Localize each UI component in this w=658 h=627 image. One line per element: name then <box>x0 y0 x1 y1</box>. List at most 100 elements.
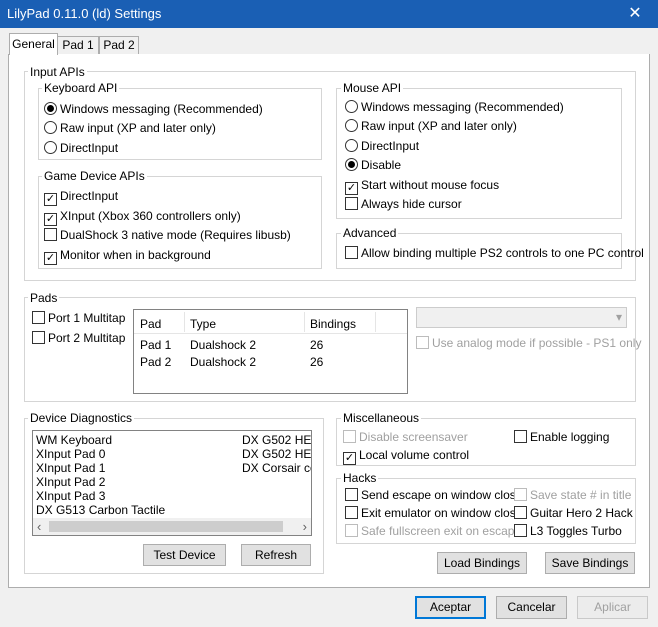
apply-button[interactable]: Aplicar <box>577 596 648 619</box>
checkbox-icon <box>514 524 527 537</box>
radio-icon <box>345 100 358 113</box>
column-divider <box>304 312 305 332</box>
analog-mode-check[interactable]: Use analog mode if possible - PS1 only <box>416 335 641 351</box>
mouse-check-start-without-focus[interactable]: ✓ Start without mouse focus <box>345 177 499 195</box>
mouse-radio-wm[interactable]: Windows messaging (Recommended) <box>345 99 564 115</box>
horizontal-scrollbar[interactable]: ‹ › <box>33 518 311 535</box>
chevron-down-icon: ▾ <box>615 310 622 324</box>
checkbox-checked-icon: ✓ <box>44 213 57 226</box>
test-device-button[interactable]: Test Device <box>143 544 226 566</box>
scroll-right-icon[interactable]: › <box>303 518 307 535</box>
list-item[interactable]: DX G502 HERO <box>242 447 311 461</box>
miscellaneous-label: Miscellaneous <box>341 411 422 425</box>
window-title: LilyPad 0.11.0 (ld) Settings <box>7 6 162 21</box>
game-check-xinput[interactable]: ✓ XInput (Xbox 360 controllers only) <box>44 208 241 226</box>
accept-button[interactable]: Aceptar <box>415 596 486 619</box>
list-item[interactable]: XInput Pad 1 <box>36 461 105 475</box>
column-header-type[interactable]: Type <box>190 317 216 331</box>
device-list[interactable]: WM Keyboard XInput Pad 0 XInput Pad 1 XI… <box>32 430 312 536</box>
device-diagnostics-label: Device Diagnostics <box>28 411 135 425</box>
game-check-monitor-background[interactable]: ✓ Monitor when in background <box>44 247 211 265</box>
radio-icon <box>44 121 57 134</box>
tab-general[interactable]: General <box>9 33 58 55</box>
radio-icon <box>345 119 358 132</box>
list-item[interactable]: DX G513 Carbon Tactile <box>36 503 165 517</box>
advanced-label: Advanced <box>341 226 399 240</box>
checkbox-icon <box>416 336 429 349</box>
checkbox-checked-icon: ✓ <box>343 452 356 465</box>
game-check-dualshock3[interactable]: DualShock 3 native mode (Requires libusb… <box>44 227 291 243</box>
scrollbar-thumb[interactable] <box>49 521 283 532</box>
radio-selected-icon <box>44 102 57 115</box>
game-device-label: Game Device APIs <box>42 169 147 183</box>
advanced-check-multiple-binding[interactable]: Allow binding multiple PS2 controls to o… <box>345 245 644 261</box>
checkbox-checked-icon: ✓ <box>44 193 57 206</box>
keyboard-radio-directinput[interactable]: DirectInput <box>44 140 118 156</box>
column-header-pad[interactable]: Pad <box>140 317 161 331</box>
input-apis-label: Input APIs <box>28 65 87 79</box>
checkbox-icon <box>345 524 358 537</box>
exit-emulator-check[interactable]: Exit emulator on window close <box>345 505 522 521</box>
table-row[interactable]: Pad 2 Dualshock 2 26 <box>134 353 407 370</box>
checkbox-icon <box>345 197 358 210</box>
keyboard-api-label: Keyboard API <box>42 81 120 95</box>
disable-screensaver-check[interactable]: Disable screensaver <box>343 429 468 445</box>
keyboard-radio-wm[interactable]: Windows messaging (Recommended) <box>44 101 263 117</box>
safe-fullscreen-check[interactable]: Safe fullscreen exit on escape <box>345 523 521 539</box>
guitar-hero-check[interactable]: Guitar Hero 2 Hack <box>514 505 633 521</box>
table-row[interactable]: Pad 1 Dualshock 2 26 <box>134 336 407 353</box>
checkbox-icon <box>514 488 527 501</box>
checkbox-icon <box>514 430 527 443</box>
send-escape-check[interactable]: Send escape on window close <box>345 487 522 503</box>
checkbox-icon <box>32 331 45 344</box>
device-list-column-2: DX G502 HERO DX G502 HERO DX Corsair con <box>242 433 311 517</box>
checkbox-icon <box>345 488 358 501</box>
mouse-radio-disable[interactable]: Disable <box>345 157 401 173</box>
column-header-bindings[interactable]: Bindings <box>310 317 356 331</box>
list-item[interactable]: XInput Pad 3 <box>36 489 105 503</box>
checkbox-icon <box>44 228 57 241</box>
checkbox-icon <box>32 311 45 324</box>
save-state-title-check[interactable]: Save state # in title <box>514 487 631 503</box>
local-volume-check[interactable]: ✓ Local volume control <box>343 447 469 465</box>
radio-selected-icon <box>345 158 358 171</box>
save-bindings-button[interactable]: Save Bindings <box>545 552 635 574</box>
tab-pad-2[interactable]: Pad 2 <box>99 36 139 55</box>
radio-icon <box>44 141 57 154</box>
checkbox-icon <box>514 506 527 519</box>
port1-multitap-check[interactable]: Port 1 Multitap <box>32 310 125 326</box>
hacks-label: Hacks <box>341 471 379 485</box>
tab-pad-1[interactable]: Pad 1 <box>57 36 99 55</box>
title-bar: LilyPad 0.11.0 (ld) Settings ✕ <box>0 0 658 28</box>
refresh-button[interactable]: Refresh <box>241 544 311 566</box>
checkbox-icon <box>343 430 356 443</box>
close-icon[interactable]: ✕ <box>612 0 658 28</box>
checkbox-icon <box>345 246 358 259</box>
checkbox-icon <box>345 506 358 519</box>
keyboard-radio-raw[interactable]: Raw input (XP and later only) <box>44 120 216 136</box>
l3-toggles-turbo-check[interactable]: L3 Toggles Turbo <box>514 523 622 539</box>
list-item[interactable]: XInput Pad 2 <box>36 475 105 489</box>
pad-type-dropdown[interactable]: ▾ <box>416 307 627 328</box>
list-item[interactable]: XInput Pad 0 <box>36 447 105 461</box>
mouse-check-hide-cursor[interactable]: Always hide cursor <box>345 196 462 212</box>
list-item[interactable]: DX Corsair con <box>242 461 311 475</box>
checkbox-checked-icon: ✓ <box>345 182 358 195</box>
scroll-left-icon[interactable]: ‹ <box>37 518 41 535</box>
game-check-directinput[interactable]: ✓ DirectInput <box>44 188 118 206</box>
enable-logging-check[interactable]: Enable logging <box>514 429 609 445</box>
radio-icon <box>345 139 358 152</box>
load-bindings-button[interactable]: Load Bindings <box>437 552 527 574</box>
list-item[interactable]: WM Keyboard <box>36 433 112 447</box>
list-item[interactable]: DX G502 HERO <box>242 433 311 447</box>
column-divider <box>375 312 376 332</box>
column-divider <box>184 312 185 332</box>
mouse-api-label: Mouse API <box>341 81 404 95</box>
mouse-radio-directinput[interactable]: DirectInput <box>345 138 419 154</box>
cancel-button[interactable]: Cancelar <box>496 596 567 619</box>
pads-list[interactable]: Pad Type Bindings Pad 1 Dualshock 2 26 P… <box>133 309 408 394</box>
port2-multitap-check[interactable]: Port 2 Multitap <box>32 330 125 346</box>
mouse-radio-raw[interactable]: Raw input (XP and later only) <box>345 118 517 134</box>
pads-label: Pads <box>28 291 60 305</box>
pads-list-header: Pad Type Bindings <box>134 310 407 334</box>
